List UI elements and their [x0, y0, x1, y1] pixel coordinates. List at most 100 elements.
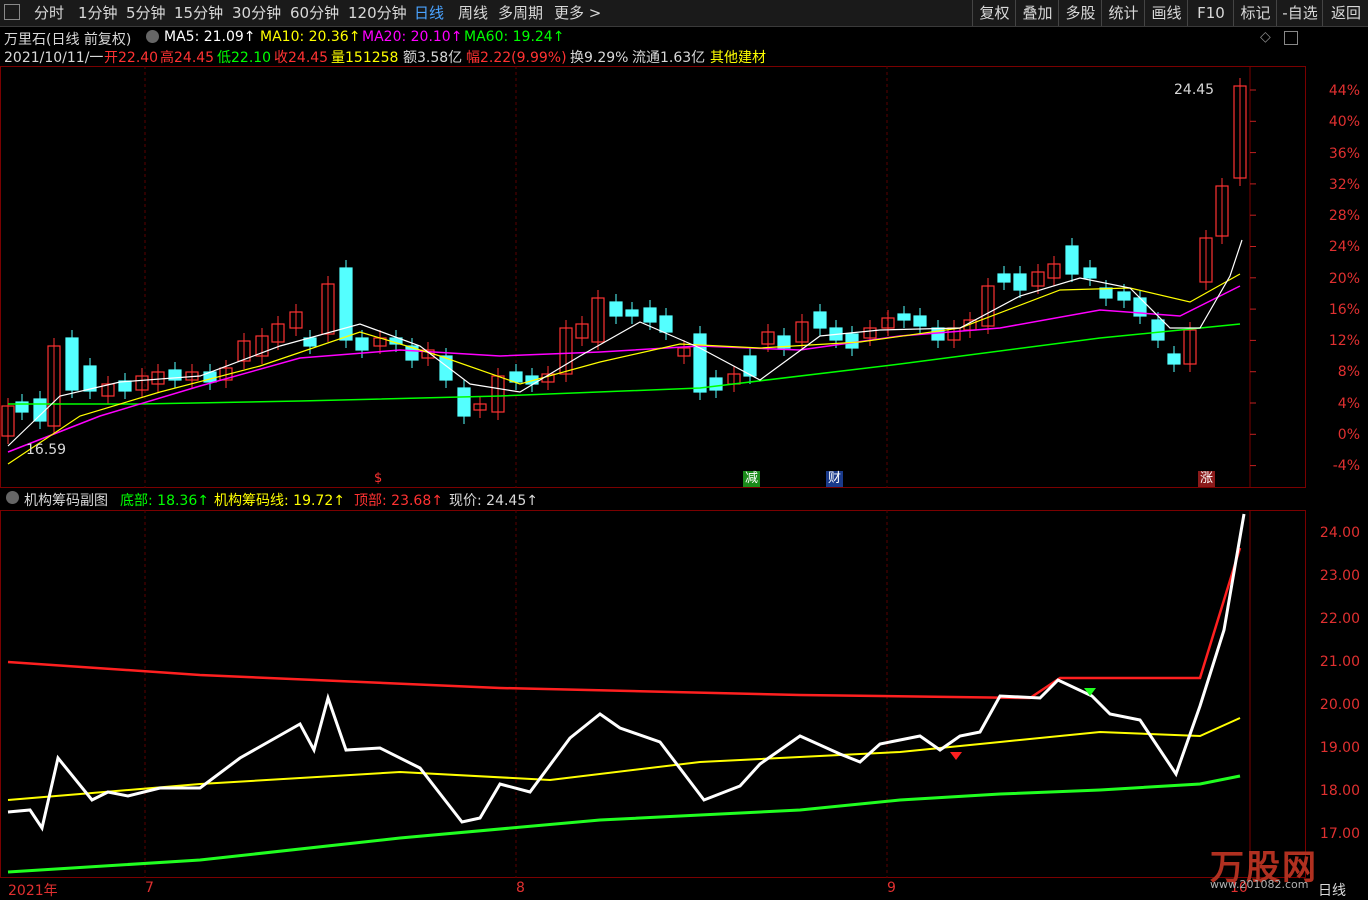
candle-body — [457, 387, 471, 417]
bar-close: 收24.45 — [274, 50, 329, 66]
last-price-label: 24.45 — [1174, 82, 1215, 98]
tab-15min[interactable]: 15分钟 — [174, 3, 223, 23]
y-label: 4% — [1337, 396, 1360, 412]
ma20-line — [7, 285, 1241, 453]
candle-body — [845, 333, 859, 349]
tab-1min[interactable]: 1分钟 — [78, 3, 118, 23]
sub-bottom-value: 底部: 18.36↑ — [120, 493, 209, 509]
candle-body — [1099, 287, 1113, 299]
x-label-jul: 7 — [145, 880, 154, 896]
overlay-button[interactable]: 叠加 — [1015, 0, 1059, 26]
sub-y-label: 24.00 — [1319, 525, 1360, 541]
x-label-aug: 8 — [516, 880, 525, 896]
tab-weekly[interactable]: 周线 — [458, 3, 488, 23]
price-line — [7, 513, 1246, 832]
candle-body — [643, 307, 657, 323]
candle-body — [1117, 291, 1131, 301]
ma10-line — [7, 273, 1241, 465]
tab-120min[interactable]: 120分钟 — [348, 3, 407, 23]
y-label: 16% — [1328, 302, 1360, 318]
mark-button[interactable]: 标记 — [1233, 0, 1277, 26]
x-label-year: 2021年 — [8, 883, 58, 899]
bar-high: 高24.45 — [160, 50, 215, 66]
float-shares: 流通1.63亿 — [632, 50, 706, 66]
candle-body — [1013, 273, 1027, 291]
bar-amount: 额3.58亿 — [403, 50, 463, 66]
sub-y-label: 23.00 — [1319, 568, 1360, 584]
dropdown-icon[interactable] — [146, 30, 159, 43]
f10-button[interactable]: F10 — [1187, 0, 1234, 26]
sub-y-label: 22.00 — [1319, 611, 1360, 627]
bar-change: 幅2.22(9.99%) — [466, 50, 567, 66]
sub-y-label: 19.00 — [1319, 740, 1360, 756]
tab-more[interactable]: 更多 > — [554, 3, 601, 23]
candle-body — [693, 333, 707, 393]
y-label: 28% — [1328, 208, 1360, 224]
stats-button[interactable]: 统计 — [1101, 0, 1145, 26]
candle-body — [33, 398, 47, 422]
tab-5min[interactable]: 5分钟 — [126, 3, 166, 23]
sub-top-value: 顶部: 23.68↑ — [354, 493, 443, 509]
candle-body — [813, 311, 827, 329]
bar-date: 2021/10/11/一 — [4, 50, 104, 66]
marker-reduce[interactable]: 减 — [743, 471, 761, 487]
sub-y-label: 17.00 — [1319, 826, 1360, 842]
y-label: 44% — [1328, 83, 1360, 99]
bar-turnover: 换9.29% — [570, 50, 629, 66]
tab-60min[interactable]: 60分钟 — [290, 3, 339, 23]
draw-line-button[interactable]: 画线 — [1144, 0, 1188, 26]
ma10-label: MA10: 20.36↑ — [260, 29, 361, 45]
low-price-label: 16.59 — [26, 442, 67, 458]
period-label: 日线 — [1318, 883, 1346, 899]
candle-body — [913, 315, 927, 327]
sub-dropdown-icon[interactable] — [6, 491, 19, 504]
watchlist-button[interactable]: -自选 — [1276, 0, 1323, 26]
ma60-line — [8, 323, 1241, 405]
indicator-chart[interactable] — [0, 510, 1306, 878]
y-label: 0% — [1337, 427, 1360, 443]
menu-icon[interactable] — [4, 4, 20, 20]
tab-fenshi[interactable]: 分时 — [34, 3, 64, 23]
y-label: -4% — [1332, 458, 1360, 474]
watermark-site: www.201082.com — [1210, 878, 1309, 891]
bottom-line — [7, 774, 1241, 874]
sector-label[interactable]: 其他建材 — [710, 47, 766, 67]
bar-low: 低22.10 — [217, 50, 272, 66]
candle-body — [609, 301, 623, 317]
candle-body — [1167, 353, 1181, 365]
candle-body — [83, 365, 97, 392]
marker-dollar[interactable]: $ — [372, 471, 384, 487]
tab-30min[interactable]: 30分钟 — [232, 3, 281, 23]
y-label: 24% — [1328, 239, 1360, 255]
x-label-sep: 9 — [887, 880, 896, 896]
candle-body — [65, 337, 79, 391]
sub-y-label: 20.00 — [1319, 697, 1360, 713]
y-label: 32% — [1328, 177, 1360, 193]
tab-daily[interactable]: 日线 — [414, 3, 444, 23]
ma20-label: MA20: 20.10↑ — [362, 29, 463, 45]
tab-multi-period[interactable]: 多周期 — [498, 3, 543, 23]
ma60-label: MA60: 19.24↑ — [464, 29, 565, 45]
sub-y-label: 21.00 — [1319, 654, 1360, 670]
period-toolbar: 分时 1分钟 5分钟 15分钟 30分钟 60分钟 120分钟 日线 周线 多周… — [0, 0, 1368, 27]
diamond-icon[interactable]: ◇ — [1260, 29, 1271, 45]
sub-line-value: 机构筹码线: 19.72↑ — [214, 493, 345, 509]
multi-stock-button[interactable]: 多股 — [1058, 0, 1102, 26]
sub-y-label: 18.00 — [1319, 783, 1360, 799]
marker-rise[interactable]: 涨 — [1198, 471, 1216, 487]
bar-open: 开22.40 — [104, 50, 159, 66]
fuquan-button[interactable]: 复权 — [972, 0, 1016, 26]
marker-finance[interactable]: 财 — [826, 471, 844, 487]
candle-body — [897, 313, 911, 321]
back-button[interactable]: 返回 — [1322, 0, 1368, 26]
top-line — [7, 547, 1242, 700]
window-icon[interactable] — [1284, 31, 1298, 45]
y-label: 40% — [1328, 114, 1360, 130]
candle-body — [355, 337, 369, 351]
candle-body — [997, 273, 1011, 283]
candle-body — [709, 377, 723, 391]
candle-body — [1151, 319, 1165, 341]
y-label: 20% — [1328, 271, 1360, 287]
kline-chart[interactable] — [0, 66, 1306, 488]
ma5-label: MA5: 21.09↑ — [164, 29, 256, 45]
